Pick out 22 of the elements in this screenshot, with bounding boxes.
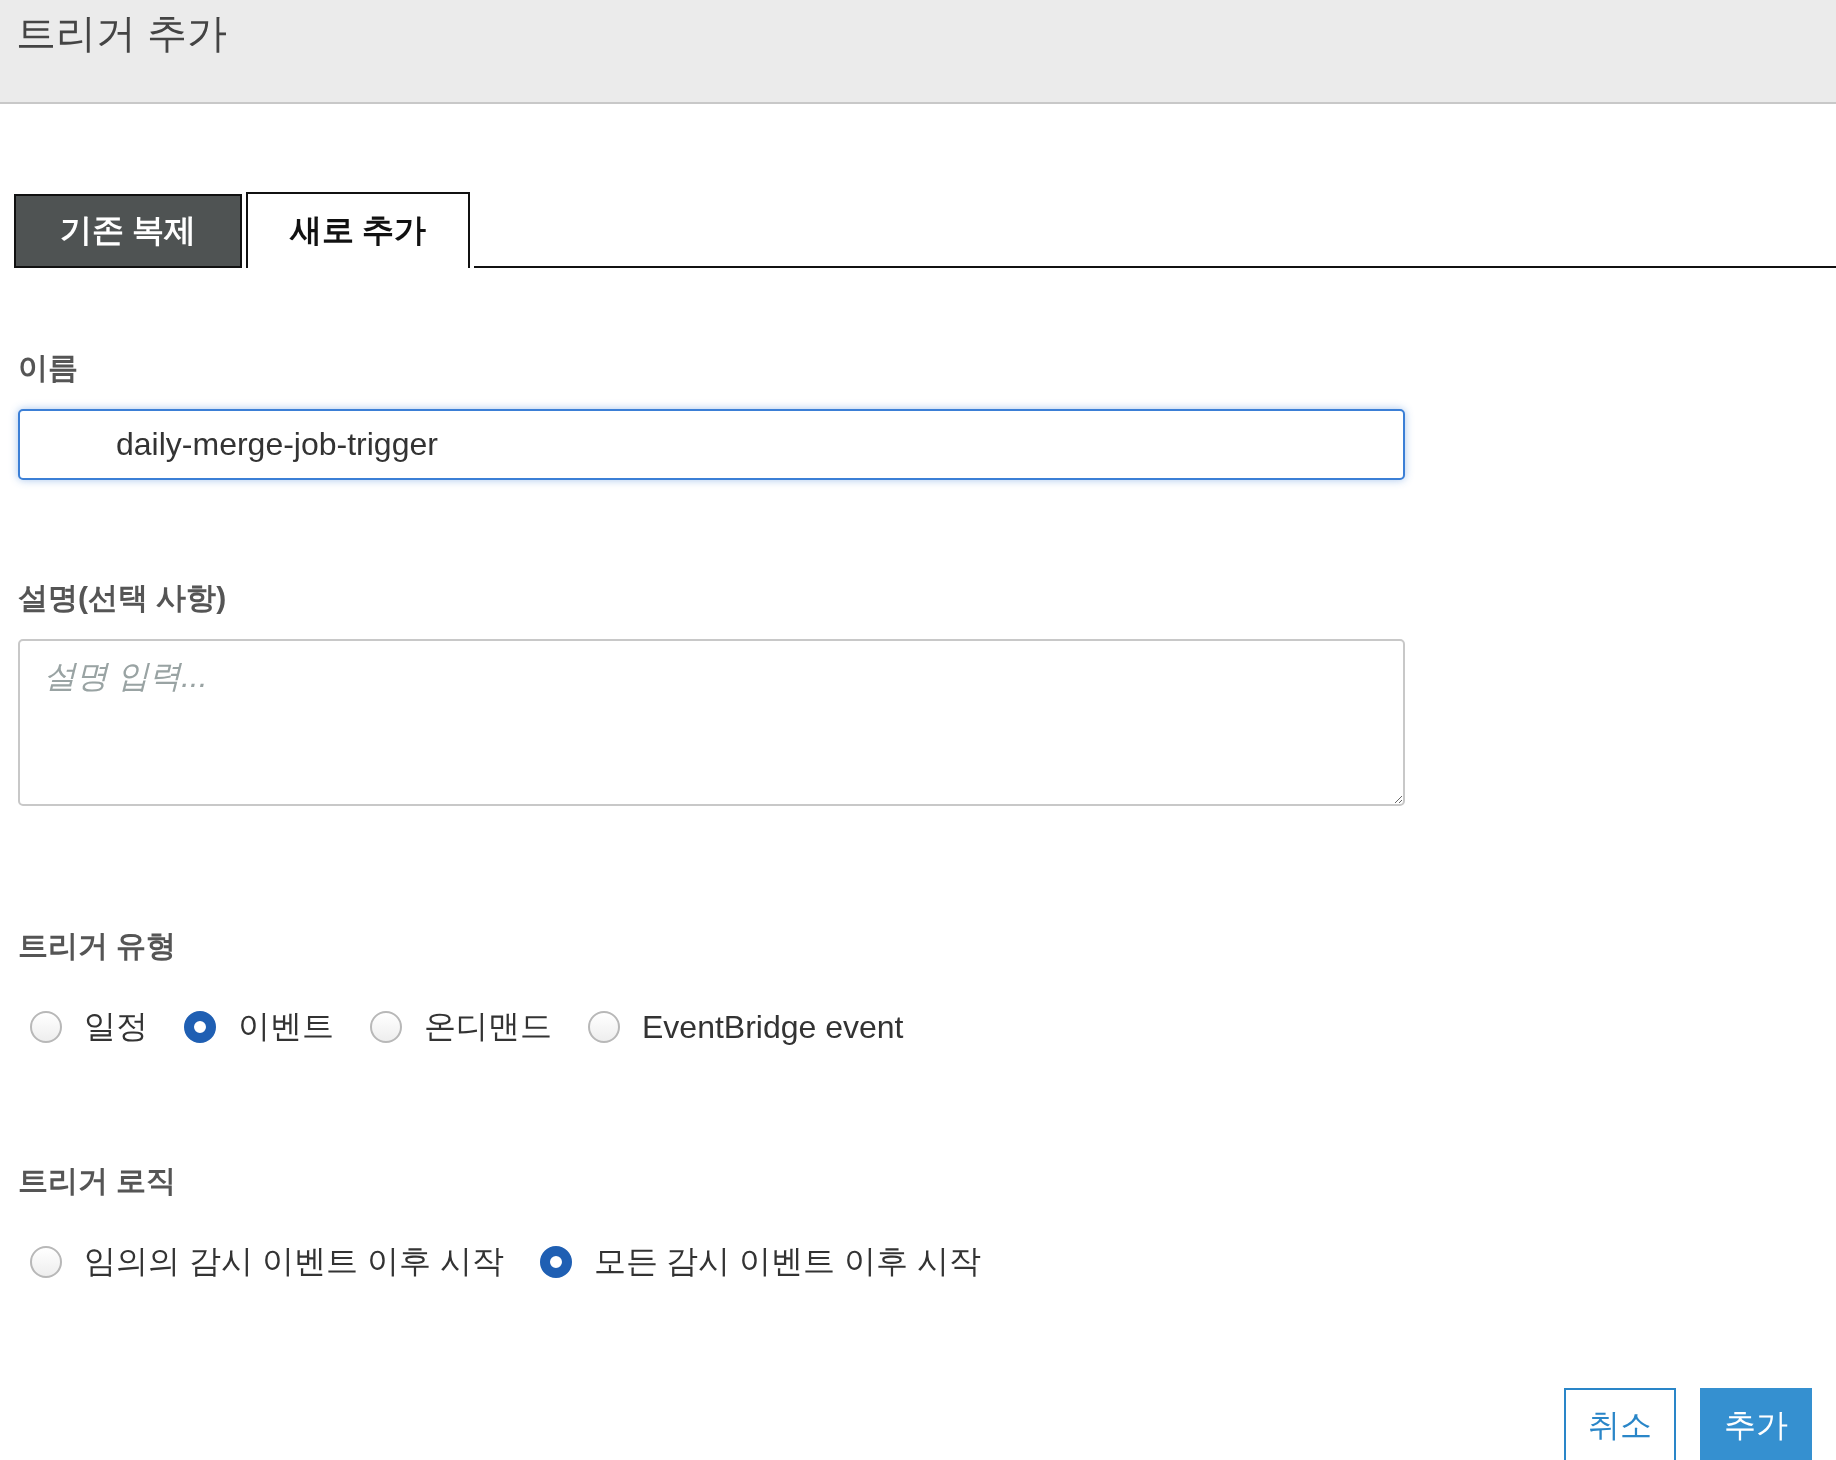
radio-label: 임의의 감시 이벤트 이후 시작 <box>84 1242 504 1281</box>
radio-button[interactable] <box>539 1246 572 1278</box>
radio-button[interactable] <box>184 1011 216 1043</box>
radio-label: 온디맨드 <box>424 1007 552 1046</box>
field-label: 트리거 유형 <box>18 928 178 964</box>
radio-label: 모든 감시 이벤트 이후 시작 <box>593 1242 982 1281</box>
name-input-field[interactable]: daily-merge-job-trigger <box>18 409 1405 480</box>
radio-button[interactable] <box>30 1011 62 1043</box>
radio-label: 이벤트 <box>238 1007 334 1046</box>
tab[interactable]: 새로 추가 <box>246 192 470 268</box>
cancel-button[interactable]: 취소 <box>1564 1388 1676 1460</box>
field-label: 설명(선택 사항) <box>18 580 228 616</box>
description-input-field[interactable]: 설명 입력... <box>18 639 1405 806</box>
radio-button[interactable] <box>370 1011 402 1043</box>
dialog-title: 트리거 추가 <box>16 10 229 57</box>
radio-label: 일정 <box>84 1007 148 1046</box>
radio-label: EventBridge event <box>642 1008 904 1046</box>
field-label: 트리거 로직 <box>18 1163 178 1199</box>
radio-button[interactable] <box>588 1011 620 1043</box>
radio-button[interactable] <box>30 1246 62 1278</box>
field-label: 이름 <box>18 350 79 386</box>
tab[interactable]: 기존 복제 <box>14 194 242 268</box>
